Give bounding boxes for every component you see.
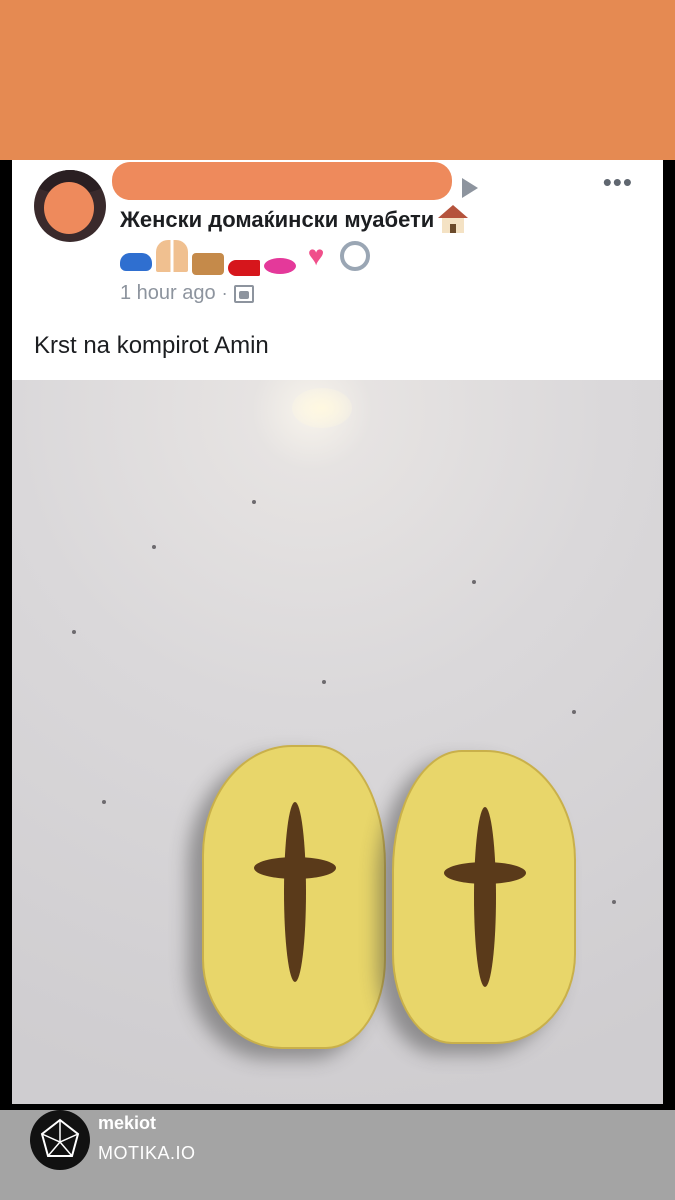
post-text: Krst na kompirot Amin — [34, 332, 269, 359]
group-audience-icon — [233, 284, 254, 303]
facebook-post-card: Женски домаќински муабети ♥ 1 hour ago ·… — [12, 160, 663, 380]
cross-mark-horizontal — [254, 857, 336, 879]
watermark-footer: mekiot MOTIKA.IO — [0, 1110, 675, 1200]
more-options-icon[interactable]: ••• — [603, 169, 633, 195]
counter-speck — [102, 800, 106, 804]
cross-mark-horizontal — [444, 862, 526, 884]
counter-speck — [322, 680, 326, 684]
avatar-redaction — [44, 182, 94, 234]
light-glare — [292, 388, 352, 428]
group-name[interactable]: Женски домаќински муабети — [120, 207, 434, 232]
redacted-top-band — [0, 0, 675, 160]
watermark-site: MOTIKA.IO — [98, 1143, 196, 1163]
potato-half-right — [392, 750, 576, 1044]
right-arrow-icon — [462, 178, 478, 198]
car-icon — [120, 253, 152, 271]
group-emoji-row: ♥ — [120, 238, 374, 276]
author-avatar[interactable] — [34, 170, 106, 242]
potato-half-left — [202, 745, 386, 1049]
counter-speck — [152, 545, 156, 549]
counter-speck — [612, 900, 616, 904]
kiss-mark-icon — [264, 258, 296, 274]
counter-speck — [572, 710, 576, 714]
cross-mark-vertical — [284, 802, 306, 982]
group-name-line[interactable]: Женски домаќински муабети — [120, 204, 469, 236]
counter-speck — [472, 580, 476, 584]
motika-logo-icon — [30, 1110, 90, 1170]
handbag-icon — [192, 253, 224, 275]
post-meta: 1 hour ago · — [120, 282, 254, 305]
ring-icon — [340, 241, 370, 271]
author-name-row[interactable] — [112, 162, 480, 202]
meta-separator: · — [221, 283, 228, 303]
watermark-username: mekiot — [98, 1113, 157, 1133]
high-heel-icon — [228, 260, 260, 276]
counter-speck — [72, 630, 76, 634]
pink-heart-icon: ♥ — [307, 240, 325, 271]
post-timestamp[interactable]: 1 hour ago — [120, 282, 216, 305]
counter-speck — [252, 500, 256, 504]
name-redaction — [112, 162, 452, 200]
post-photo[interactable] — [12, 380, 663, 1104]
house-icon — [438, 205, 469, 233]
cross-mark-vertical — [474, 807, 496, 987]
women-holding-hands-icon — [156, 240, 188, 272]
